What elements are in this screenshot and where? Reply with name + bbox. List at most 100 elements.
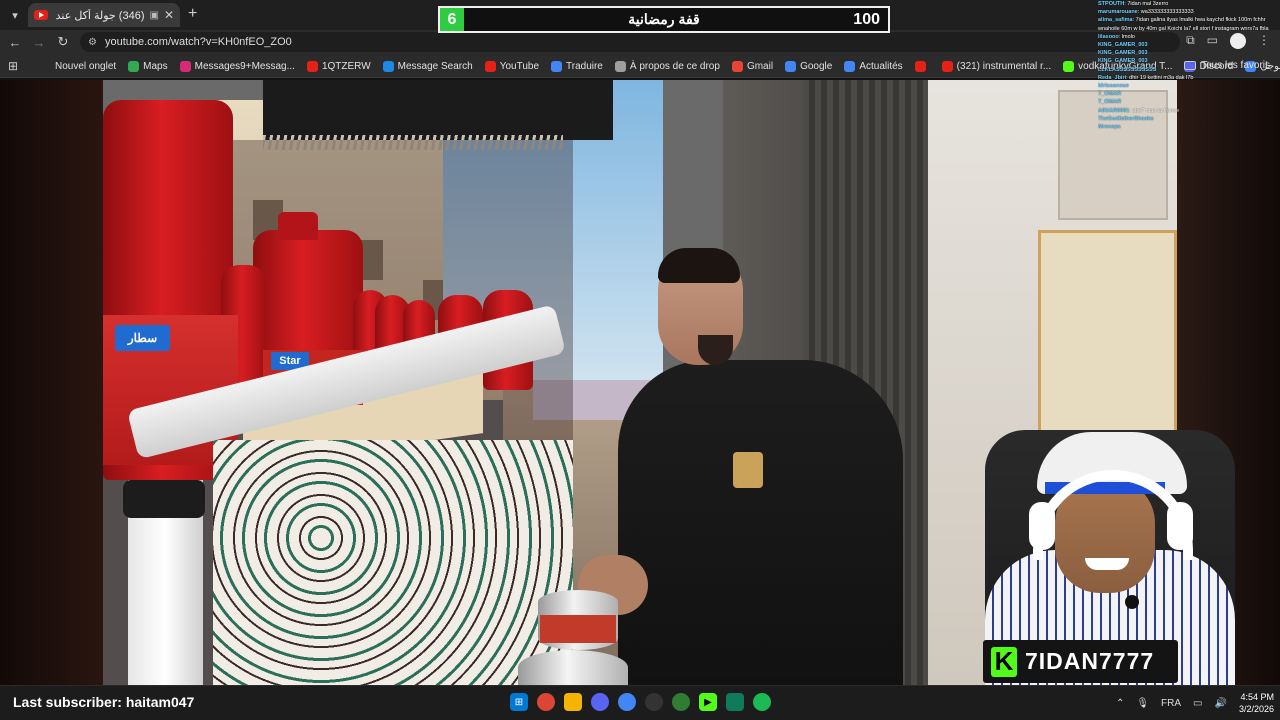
chat-username: LLKLASSSSSSSSSSS (1098, 66, 1157, 73)
bookmark-favicon-icon (1063, 60, 1075, 72)
video-pole-cap (123, 480, 205, 518)
bookmark-label: Gmail (746, 60, 774, 72)
site-info-icon[interactable]: ⚙ (88, 37, 97, 48)
bookmark-item[interactable]: Message Search (382, 60, 473, 72)
back-button[interactable]: ← (6, 33, 24, 51)
chat-message: Mroxspa (1098, 123, 1280, 131)
tab-search-icon[interactable]: ▾ (4, 4, 26, 26)
bookmark-item[interactable]: (321) instrumental r... (941, 60, 1052, 72)
chat-message: KING_GAMER_003 (1098, 41, 1280, 49)
language-indicator[interactable]: FRA (1161, 698, 1181, 709)
chat-username: Reda_Jbiri (1098, 74, 1127, 81)
streaming-app-icon[interactable] (726, 693, 744, 711)
bookmark-item[interactable]: Messages9+Messag... (179, 60, 295, 72)
bookmark-label: Maps (143, 60, 168, 72)
bookmark-label: Traduire (566, 60, 603, 72)
chat-text: : 7idan mal 3zerro (1124, 1, 1169, 7)
chrome-icon[interactable] (537, 693, 555, 711)
chat-username: A0UAR0001 (1098, 107, 1130, 114)
bookmark-label: (321) instrumental r... (956, 60, 1052, 72)
spotify-icon[interactable] (753, 693, 771, 711)
clock-date: 3/2/2026 (1238, 704, 1274, 714)
taskbar-apps: ⊞ ▶ (510, 693, 771, 711)
clock-time: 4:54 PM (1240, 692, 1274, 702)
chat-username: alima_safima (1098, 17, 1133, 24)
chat-username: STPOUTH (1098, 1, 1125, 7)
bookmark-favicon-icon (128, 60, 140, 72)
taskbar: Last subscriber: haitam047 ⊞ ▶ ⌃ 🎙 FRA ▭… (0, 685, 1280, 720)
goal-counter-overlay: 6 قفة رمضانية 100 (438, 6, 890, 33)
active-tab[interactable]: (346) جولة أكل عند احسن سـ ▣ ✕ (28, 3, 180, 27)
chat-username: lilasooo (1098, 33, 1119, 40)
chat-message: T_OMAR (1098, 98, 1280, 106)
chat-message: lilasooo: lmolo (1098, 33, 1280, 41)
forward-button[interactable]: → (30, 33, 48, 51)
bookmark-favicon-icon (306, 60, 318, 72)
tab-close-icon[interactable]: ✕ (164, 8, 174, 22)
chat-message: wnahoile 60m w by 40m gal Koichi la7 ell… (1098, 25, 1280, 33)
webcam-earcup-right (1167, 502, 1193, 550)
bookmark-favicon-icon (551, 60, 562, 72)
counter-value: 100 (853, 11, 880, 28)
video-person-body (618, 360, 903, 685)
bookmark-favicon-icon (844, 60, 856, 72)
chrome-profile-icon[interactable] (618, 693, 636, 711)
bookmark-item[interactable]: 1QTZERW (306, 60, 371, 72)
new-tab-button[interactable]: + (188, 5, 197, 23)
bookmark-favicon-icon (484, 60, 496, 72)
network-icon[interactable]: ▭ (1193, 698, 1202, 709)
bookmark-label: Message Search (397, 60, 473, 72)
chat-message: LLKLASSSSSSSSSSS (1098, 66, 1280, 74)
microphone-icon[interactable]: 🎙 (1136, 698, 1149, 709)
video-can-label (540, 615, 616, 643)
bookmark-label: Actualités (859, 60, 903, 72)
tab-title: (346) جولة أكل عند احسن سـ (53, 9, 145, 22)
bookmark-label: À propos de ce drop (629, 60, 720, 72)
bookmark-favicon-icon (179, 60, 191, 72)
bookmark-favicon-icon (914, 60, 926, 72)
bookmark-item[interactable]: Actualités (844, 60, 903, 72)
clock[interactable]: 4:54 PM 3/2/2026 (1239, 691, 1274, 715)
chat-text: : lmolo (1118, 33, 1135, 40)
chat-message: marumarouane: wa333333333333333 (1098, 8, 1280, 16)
bookmark-item[interactable]: Maps (128, 60, 168, 72)
video-brand-badge: سطار (115, 325, 170, 351)
counter-title: قفة رمضانية (628, 11, 700, 27)
kick-icon[interactable]: ▶ (699, 693, 717, 711)
picture-in-picture-icon[interactable]: ▣ (149, 10, 158, 21)
file-explorer-icon[interactable] (564, 693, 582, 711)
apps-grid-icon[interactable]: ⊞ (8, 59, 18, 73)
bookmark-item[interactable]: YouTube (484, 60, 539, 72)
reload-button[interactable]: ↻ (54, 33, 72, 51)
app-icon[interactable] (672, 693, 690, 711)
url-text: youtube.com/watch?v=KH0nfEO_ZO0 (104, 36, 292, 48)
windows-start-icon[interactable]: ⊞ (510, 693, 528, 711)
chat-username: T_OMAR (1098, 91, 1122, 98)
bookmark-favicon-icon (731, 60, 743, 72)
volume-icon[interactable]: 🔊 (1215, 698, 1227, 709)
chat-username: KING_GAMER_003 (1098, 58, 1148, 65)
bookmark-favicon-icon (614, 60, 626, 72)
bookmark-item[interactable]: Nouvel onglet (40, 61, 116, 72)
chat-text: : 7idan galina ilyas lmalki hwa kaychd f… (1132, 17, 1266, 24)
bookmark-item[interactable]: Gmail (731, 60, 774, 72)
video-person-hair (658, 248, 740, 283)
bookmark-item[interactable]: Traduire (551, 60, 603, 72)
bookmark-item[interactable]: Google (785, 60, 832, 72)
discord-icon[interactable] (591, 693, 609, 711)
bookmark-item[interactable] (914, 60, 930, 72)
chat-message: alima_safima: 7idan galina ilyas lmalki … (1098, 16, 1280, 24)
bookmark-label: YouTube (499, 60, 539, 72)
bookmark-item[interactable]: À propos de ce drop (614, 60, 720, 72)
bookmark-favicon-icon (40, 61, 51, 72)
chat-message: Reda_Jbiri: dhir 19 kettini m3a dak l7b (1098, 74, 1280, 82)
chat-text: wnahoile 60m w by 40m gal Koichi la7 ell… (1098, 25, 1269, 32)
video-bottle-cap (278, 212, 318, 240)
kick-logo-icon: K (991, 646, 1017, 677)
chevron-up-icon[interactable]: ⌃ (1116, 698, 1124, 709)
obs-icon[interactable] (645, 693, 663, 711)
chat-username: TheGodfatherShanks (1098, 115, 1154, 122)
bookmark-list: Nouvel onglet Maps Messages9+Messag... 1QTZ… (40, 54, 1280, 78)
address-bar[interactable]: ⚙ youtube.com/watch?v=KH0nfEO_ZO0 (80, 32, 1180, 52)
chat-text: : dhir 19 kettini m3a dak l7b (1126, 74, 1194, 81)
